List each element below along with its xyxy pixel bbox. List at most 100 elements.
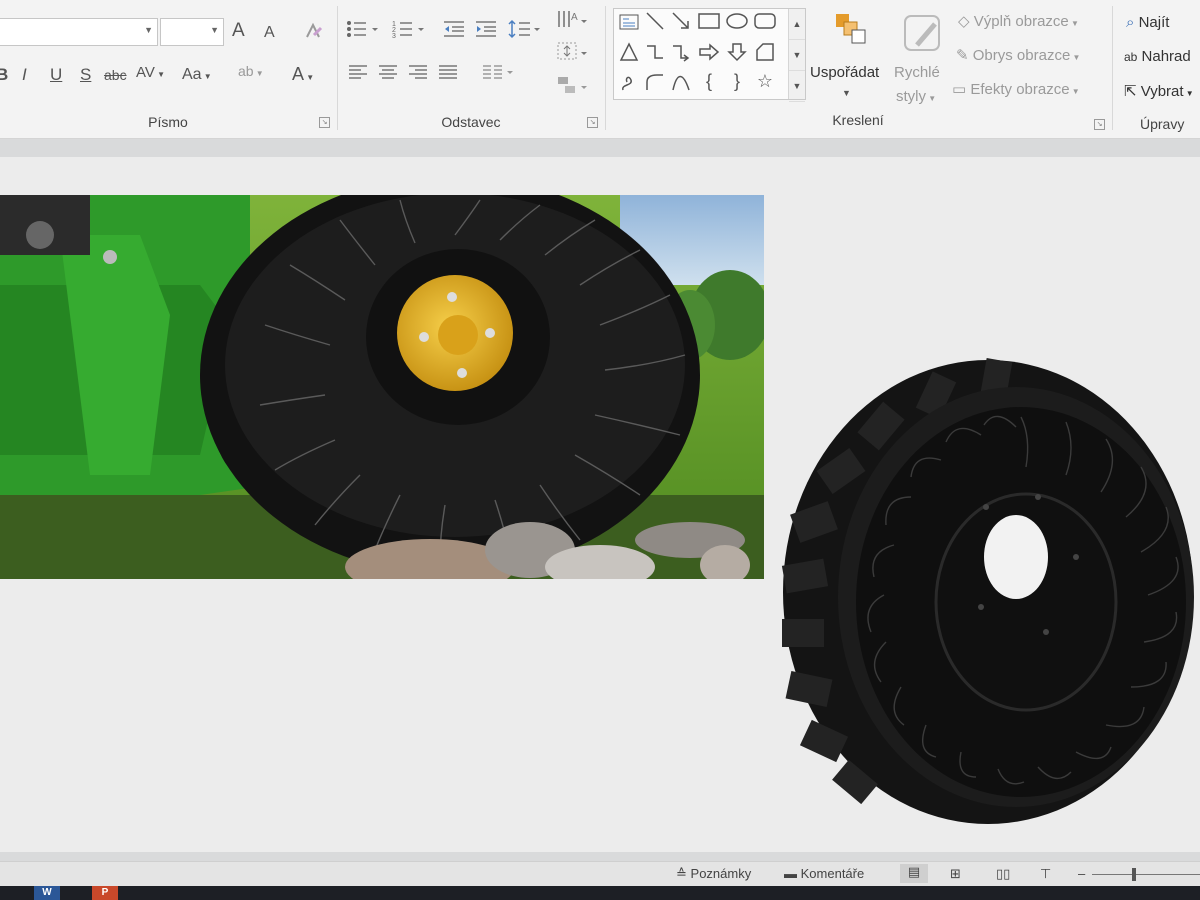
comments-button[interactable]: ▬ Komentáře bbox=[784, 866, 864, 881]
italic-button[interactable]: I bbox=[22, 64, 27, 86]
change-case-label: Aa bbox=[182, 66, 202, 83]
shape-outline-button[interactable]: ✎ Obrys obrazce ▼ bbox=[956, 46, 1080, 64]
slide-canvas[interactable] bbox=[0, 157, 1200, 852]
find-icon: ⌕ bbox=[1126, 14, 1135, 31]
clear-format-icon[interactable] bbox=[302, 20, 324, 48]
font-color-button[interactable]: A ▼ bbox=[292, 63, 314, 89]
shadow-button[interactable]: S bbox=[80, 64, 91, 86]
slide-sorter-icon: ⊞ bbox=[950, 866, 961, 881]
quick-styles-label-2: styly ▼ bbox=[896, 88, 937, 105]
status-bar: ≙ Poznámky ▬ Komentáře ▤ ⊞ ▯▯ ⊤ – bbox=[0, 861, 1200, 887]
slide-image-airless-tire[interactable] bbox=[776, 357, 1200, 827]
paragraph-dialog-launcher-icon[interactable]: ↘ bbox=[587, 117, 598, 128]
align-right-icon[interactable] bbox=[408, 64, 428, 86]
elbow-connector-icon[interactable] bbox=[644, 42, 666, 67]
decrease-indent-icon[interactable] bbox=[442, 18, 466, 46]
font-dialog-launcher-icon[interactable]: ↘ bbox=[319, 117, 330, 128]
notes-button[interactable]: ≙ Poznámky bbox=[676, 866, 751, 882]
line-spacing-icon[interactable] bbox=[508, 18, 542, 46]
find-button[interactable]: ⌕ Najít bbox=[1126, 14, 1169, 31]
align-left-icon[interactable] bbox=[348, 64, 368, 86]
right-brace-shape-icon[interactable]: } bbox=[726, 71, 748, 92]
shape-fill-button[interactable]: ◇ Výplň obrazce ▼ bbox=[958, 12, 1079, 30]
arrange-label: Uspořádat bbox=[810, 64, 880, 81]
freeform-shape-icon[interactable] bbox=[754, 42, 776, 67]
line-shape-icon[interactable] bbox=[644, 11, 666, 36]
arrange-dropdown-icon: ▼ bbox=[842, 88, 851, 98]
arrow-line-shape-icon[interactable] bbox=[670, 11, 692, 36]
down-arrow-shape-icon[interactable] bbox=[726, 42, 748, 67]
shape-fill-label: Výplň obrazce bbox=[973, 13, 1069, 30]
font-size-combo[interactable]: ▼ bbox=[160, 18, 224, 46]
shrink-font-button[interactable]: A bbox=[264, 22, 275, 44]
normal-view-button[interactable]: ▤ bbox=[900, 864, 928, 883]
shape-effects-button[interactable]: ▭ Efekty obrazce ▼ bbox=[952, 80, 1080, 98]
notes-label: Poznámky bbox=[690, 866, 752, 881]
shape-outline-icon: ✎ bbox=[956, 47, 969, 64]
text-direction-icon[interactable]: A bbox=[556, 8, 588, 36]
zoom-slider-thumb[interactable] bbox=[1132, 868, 1136, 881]
tire-center-hole bbox=[984, 515, 1048, 599]
rectangle-shape-icon[interactable] bbox=[698, 12, 720, 35]
shapes-gallery-scroll[interactable]: ▲ ▼ ▼ bbox=[788, 9, 805, 102]
select-button[interactable]: ⇱ Vybrat ▼ bbox=[1124, 82, 1194, 100]
font-group-label: Písmo bbox=[148, 114, 188, 130]
align-center-icon[interactable] bbox=[378, 64, 398, 86]
slide-sorter-button[interactable]: ⊞ bbox=[950, 866, 961, 882]
quick-styles-label-2-text: styly bbox=[896, 88, 926, 105]
justify-icon[interactable] bbox=[438, 64, 458, 86]
editing-group-label: Úpravy bbox=[1140, 116, 1185, 132]
comments-icon: ▬ bbox=[784, 866, 797, 881]
reading-view-button[interactable]: ▯▯ bbox=[996, 866, 1010, 882]
slideshow-icon: ⊤ bbox=[1040, 866, 1052, 881]
drawing-group-label: Kreslení bbox=[832, 112, 884, 128]
zoom-slider[interactable] bbox=[1092, 868, 1200, 881]
increase-indent-icon[interactable] bbox=[474, 18, 498, 46]
replace-icon: ab bbox=[1124, 50, 1138, 64]
textbox-shape-icon[interactable] bbox=[618, 13, 640, 36]
strikethrough-button[interactable]: abc bbox=[104, 64, 127, 86]
arrange-button[interactable]: Uspořádat ▼ bbox=[808, 10, 888, 105]
slideshow-button[interactable]: ⊤ bbox=[1040, 866, 1051, 882]
highlight-icon[interactable]: ab ▼ bbox=[238, 60, 264, 85]
font-name-combo[interactable]: ▼ bbox=[0, 18, 158, 46]
star-shape-icon[interactable]: ☆ bbox=[754, 71, 776, 92]
right-arrow-shape-icon[interactable] bbox=[698, 42, 720, 67]
numbering-icon[interactable]: 123 bbox=[392, 18, 426, 46]
gallery-more-icon[interactable]: ▼ bbox=[789, 71, 805, 102]
bold-button[interactable]: B bbox=[0, 64, 8, 86]
align-text-icon[interactable] bbox=[556, 40, 588, 68]
quick-styles-button[interactable]: Rychlé styly ▼ bbox=[892, 10, 952, 108]
reading-view-icon: ▯▯ bbox=[996, 866, 1011, 881]
left-brace-shape-icon[interactable]: { bbox=[698, 71, 720, 92]
zoom-out-button[interactable]: – bbox=[1078, 866, 1085, 881]
replace-button[interactable]: ab Nahrad bbox=[1124, 48, 1191, 65]
bullets-icon[interactable] bbox=[346, 18, 380, 46]
curve-shape-icon[interactable] bbox=[670, 72, 692, 99]
triangle-shape-icon[interactable] bbox=[618, 42, 640, 67]
oval-shape-icon[interactable] bbox=[726, 12, 748, 35]
scribble-shape-icon[interactable] bbox=[618, 72, 640, 99]
shapes-gallery[interactable]: { } ☆ ▲ ▼ ▼ bbox=[613, 8, 806, 102]
select-label: Vybrat bbox=[1140, 83, 1184, 100]
char-spacing-button[interactable]: AV ▼ bbox=[136, 62, 165, 86]
comments-label: Komentáře bbox=[800, 866, 865, 881]
underline-button[interactable]: U bbox=[50, 64, 62, 86]
taskbar-powerpoint-icon[interactable]: P bbox=[92, 886, 118, 900]
quick-styles-icon bbox=[902, 12, 944, 61]
paragraph-group-label: Odstavec bbox=[441, 114, 501, 130]
taskbar-word-icon[interactable]: W bbox=[34, 886, 60, 900]
elbow-arrow-connector-icon[interactable] bbox=[670, 42, 692, 67]
gallery-scroll-down-icon[interactable]: ▼ bbox=[789, 40, 805, 71]
drawing-dialog-launcher-icon[interactable]: ↘ bbox=[1094, 119, 1105, 130]
columns-icon[interactable] bbox=[482, 64, 516, 86]
slide-image-mower-tire[interactable] bbox=[0, 195, 764, 579]
grow-font-button[interactable]: A bbox=[232, 20, 245, 42]
airless-tire-photo bbox=[781, 358, 1194, 824]
rounded-rectangle-shape-icon[interactable] bbox=[754, 12, 776, 35]
arc-shape-icon[interactable] bbox=[644, 72, 666, 99]
gallery-scroll-up-icon[interactable]: ▲ bbox=[789, 9, 805, 40]
shape-outline-label: Obrys obrazce bbox=[972, 47, 1071, 64]
smartart-icon[interactable] bbox=[556, 74, 588, 102]
change-case-button[interactable]: Aa ▼ bbox=[182, 64, 212, 88]
